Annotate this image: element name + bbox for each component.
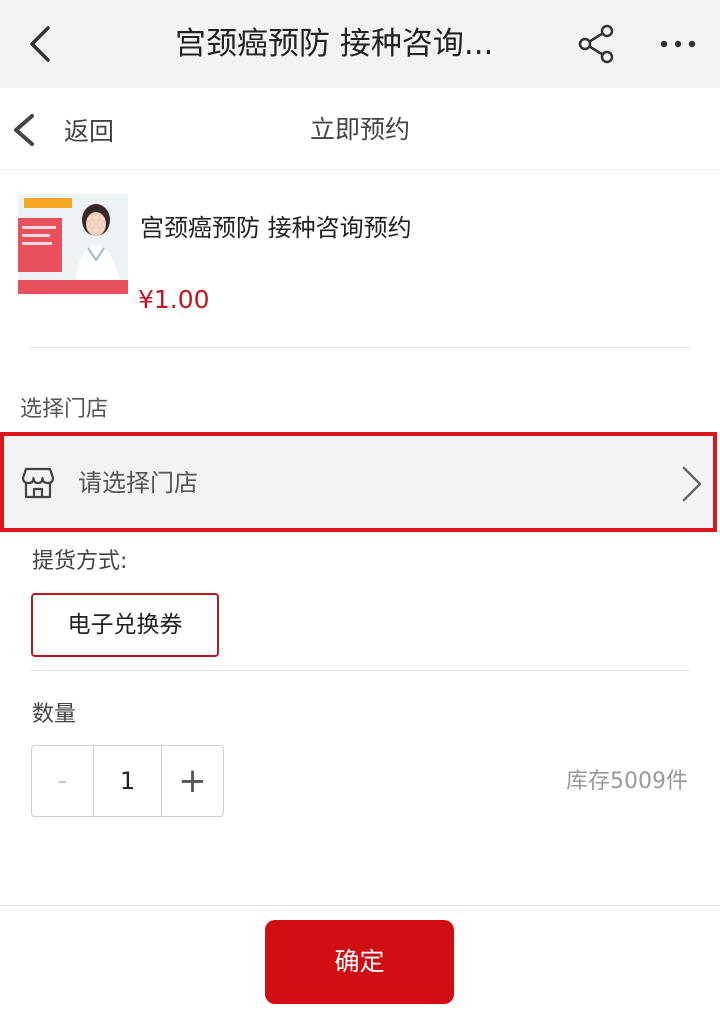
store-icon — [20, 466, 56, 500]
decrement-button[interactable]: - — [32, 746, 94, 816]
product-card: 宫颈癌预防 接种咨询预约 ¥1.00 — [0, 170, 720, 350]
top-bar: 宫颈癌预防 接种咨询... — [0, 0, 720, 88]
back-icon[interactable] — [22, 22, 62, 66]
page-title: 宫颈癌预防 接种咨询... — [175, 26, 494, 62]
store-select-row[interactable]: 请选择门店 — [0, 432, 717, 532]
voucher-option-button[interactable]: 电子兑换券 — [31, 593, 219, 657]
quantity-stepper: - 1 + — [31, 745, 224, 817]
divider — [30, 670, 690, 671]
share-icon[interactable] — [576, 22, 618, 66]
delivery-label: 提货方式: — [32, 549, 128, 574]
product-thumbnail — [18, 194, 128, 294]
product-price: ¥1.00 — [138, 285, 210, 314]
nav-bar: 返回 立即预约 — [0, 88, 720, 170]
chevron-right-icon — [676, 464, 706, 504]
product-name: 宫颈癌预防 接种咨询预约 — [140, 214, 412, 242]
page: 宫颈癌预防 接种咨询... 返回 立即预约 宫颈癌预防 接种咨询预约 ¥1.00… — [0, 0, 720, 1024]
store-placeholder: 请选择门店 — [78, 469, 198, 497]
stock-count: 库存5009件 — [566, 769, 688, 794]
divider — [30, 347, 690, 348]
nav-title: 立即预约 — [309, 115, 410, 144]
confirm-button[interactable]: 确定 — [265, 920, 454, 1004]
bottom-bar: 确定 — [0, 905, 720, 1024]
quantity-label: 数量 — [32, 702, 77, 727]
quantity-value[interactable]: 1 — [94, 746, 162, 816]
more-icon[interactable] — [656, 22, 700, 66]
store-section-label: 选择门店 — [20, 397, 109, 422]
increment-button[interactable]: + — [162, 746, 223, 816]
